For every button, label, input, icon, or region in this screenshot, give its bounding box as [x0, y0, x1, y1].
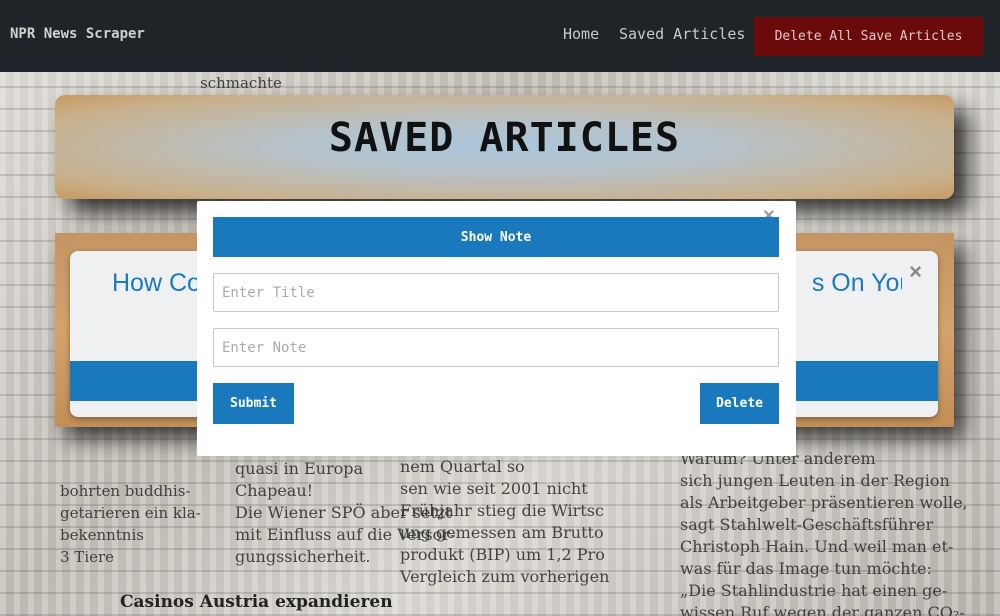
article-close-icon[interactable]: ×: [909, 259, 922, 285]
nav-saved-articles[interactable]: Saved Articles: [619, 25, 745, 43]
jumbotron: SAVED ARTICLES: [55, 95, 954, 199]
background-text-col5: bohrten buddhis- getarieren ein kla- bek…: [60, 482, 201, 566]
modal-header: Show Note: [213, 217, 779, 257]
brand-link[interactable]: NPR News Scraper: [10, 26, 145, 42]
nav-home[interactable]: Home: [563, 25, 599, 43]
background-text-col4: Warum? Unter anderem sich jungen Leuten …: [680, 449, 968, 616]
article-title-left: How Co: [112, 269, 201, 297]
note-body-input[interactable]: [213, 328, 779, 367]
delete-all-button[interactable]: Delete All Save Articles: [754, 17, 983, 56]
delete-note-button[interactable]: Delete: [700, 383, 779, 424]
note-modal: × Show Note Submit Delete: [197, 201, 796, 456]
navbar: NPR News Scraper Home Saved Articles Del…: [0, 0, 1000, 72]
background-headline: Casinos Austria expandieren: [120, 592, 393, 612]
note-title-input[interactable]: [213, 273, 779, 312]
page-title: SAVED ARTICLES: [328, 115, 681, 161]
article-title-right: s On Your: [811, 269, 902, 297]
submit-button[interactable]: Submit: [213, 383, 294, 424]
background-text-col3: nem Quartal so sen wie seit 2001 nicht F…: [400, 457, 610, 586]
